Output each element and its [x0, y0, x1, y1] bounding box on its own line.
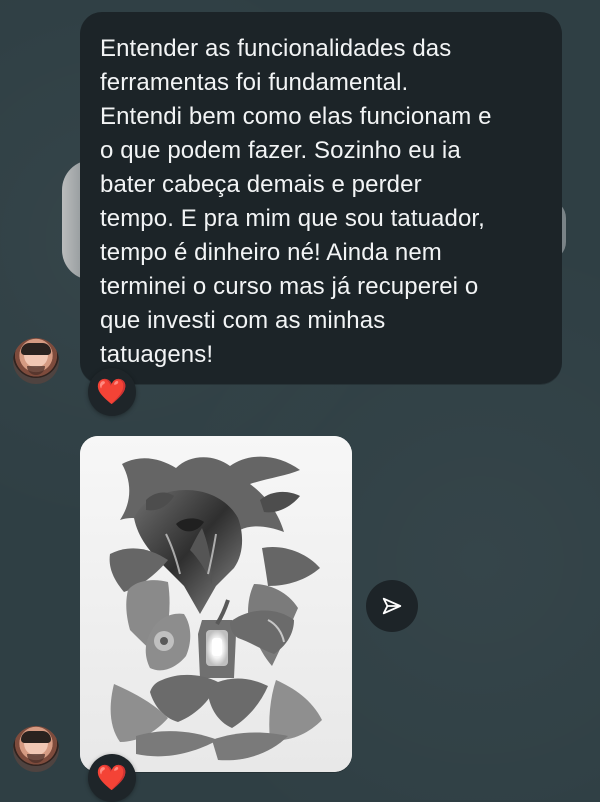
reaction-badge[interactable]: ❤️ [88, 754, 136, 802]
message-bubble[interactable]: Entender as funcionalidades das ferramen… [80, 12, 562, 384]
message-text: Entender as funcionalidades das ferramen… [100, 35, 492, 368]
share-button[interactable] [366, 580, 418, 632]
reaction-badge[interactable]: ❤️ [88, 368, 136, 416]
heart-icon: ❤️ [96, 377, 128, 406]
image-message[interactable] [80, 436, 352, 772]
avatar[interactable] [13, 338, 59, 384]
send-icon [382, 597, 402, 615]
avatar[interactable] [13, 726, 59, 772]
tattoo-image [80, 436, 352, 772]
heart-icon: ❤️ [96, 763, 128, 792]
